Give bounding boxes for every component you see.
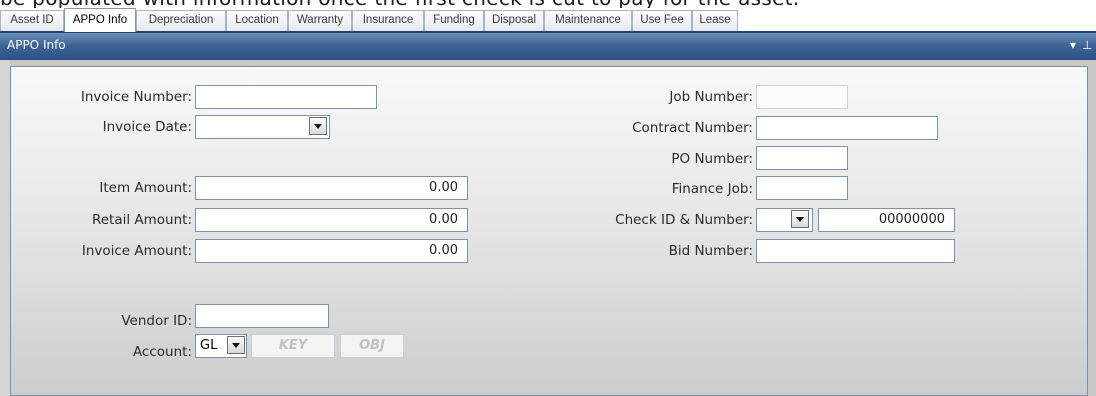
contract-number-label: Contract Number: [632,120,753,136]
contract-number-input[interactable] [756,116,938,140]
account-key-input[interactable]: KEY [251,334,335,358]
po-number-label: PO Number: [671,151,753,167]
account-label: Account: [132,344,192,360]
po-number-input[interactable] [756,146,848,170]
caption-strip: be populated with information once the f… [0,0,1096,8]
invoice-date-dropdown-icon[interactable] [309,117,327,135]
item-amount-input[interactable]: 0.00 [195,176,468,200]
invoice-amount-label: Invoice Amount: [81,243,192,259]
tab-maintenance[interactable]: Maintenance [544,10,632,31]
tab-lease[interactable]: Lease [692,10,738,31]
tab-use-fee[interactable]: Use Fee [632,10,692,31]
invoice-number-input[interactable] [195,85,377,109]
tab-depreciation[interactable]: Depreciation [136,10,226,31]
bid-number-input[interactable] [756,239,955,263]
job-number-input[interactable] [756,85,848,109]
tab-disposal[interactable]: Disposal [484,10,544,31]
panel-title: APPO Info [7,38,66,52]
tab-insurance[interactable]: Insurance [352,10,424,31]
finance-job-label: Finance Job: [671,181,753,197]
check-id-label: Check ID & Number: [615,212,753,228]
pin-icon[interactable]: ⊥ [1082,38,1092,52]
finance-job-input[interactable] [756,176,848,200]
dropdown-icon[interactable]: ▾ [1070,38,1076,52]
job-number-label: Job Number: [669,89,753,105]
caption-text: be populated with information once the f… [0,0,799,8]
invoice-number-label: Invoice Number: [80,89,192,105]
tab-asset-id[interactable]: Asset ID [0,10,64,31]
retail-amount-input[interactable]: 0.00 [195,208,468,232]
retail-amount-label: Retail Amount: [91,212,192,228]
check-number-input[interactable]: 00000000 [818,208,955,232]
panel-header: APPO Info ▾ ⊥ [0,33,1096,60]
tab-appo-info[interactable]: APPO Info [64,8,136,32]
panel-body-edge [0,60,10,396]
check-id-dropdown-icon[interactable] [791,210,809,228]
bid-number-label: Bid Number: [668,243,753,259]
tab-funding[interactable]: Funding [424,10,484,31]
account-obj-input[interactable]: OBJ [340,334,404,358]
item-amount-label: Item Amount: [99,180,192,196]
vendor-id-label: Vendor ID: [121,313,192,329]
invoice-amount-input[interactable]: 0.00 [195,239,468,263]
account-type-dropdown-icon[interactable] [227,336,245,354]
invoice-date-label: Invoice Date: [102,119,192,135]
tab-warranty[interactable]: Warranty [288,10,352,31]
vendor-id-input[interactable] [195,304,329,328]
tab-location[interactable]: Location [226,10,288,31]
